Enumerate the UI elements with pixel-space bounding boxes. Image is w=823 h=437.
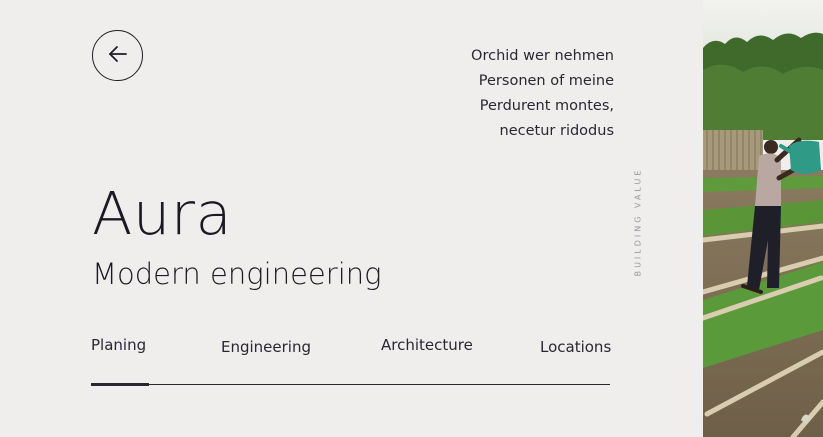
- vertical-side-label: BUILDING VALUE: [633, 167, 643, 277]
- intro-line: Orchid wer nehmen: [471, 48, 614, 64]
- intro-line: Personen of meine: [478, 73, 614, 89]
- intro-line: necetur ridodus: [499, 123, 614, 139]
- nav-progress-track: [91, 384, 610, 385]
- intro-line: Perdurent montes,: [479, 98, 614, 114]
- intro-text: Orchid wer nehmen Personen of meine Perd…: [374, 44, 614, 144]
- arrow-left-icon: [106, 42, 130, 70]
- nav-item-engineering[interactable]: Engineering: [221, 338, 311, 356]
- back-button[interactable]: [92, 30, 143, 81]
- page-subtitle: Modern engineering: [92, 257, 382, 291]
- hero-photo: [703, 0, 823, 437]
- page-title: Aura: [92, 179, 233, 248]
- nav-item-architecture[interactable]: Architecture: [381, 336, 473, 354]
- nav-item-planing[interactable]: Planing: [91, 336, 146, 354]
- nav-item-locations[interactable]: Locations: [540, 338, 611, 356]
- nav-active-indicator: [91, 383, 149, 386]
